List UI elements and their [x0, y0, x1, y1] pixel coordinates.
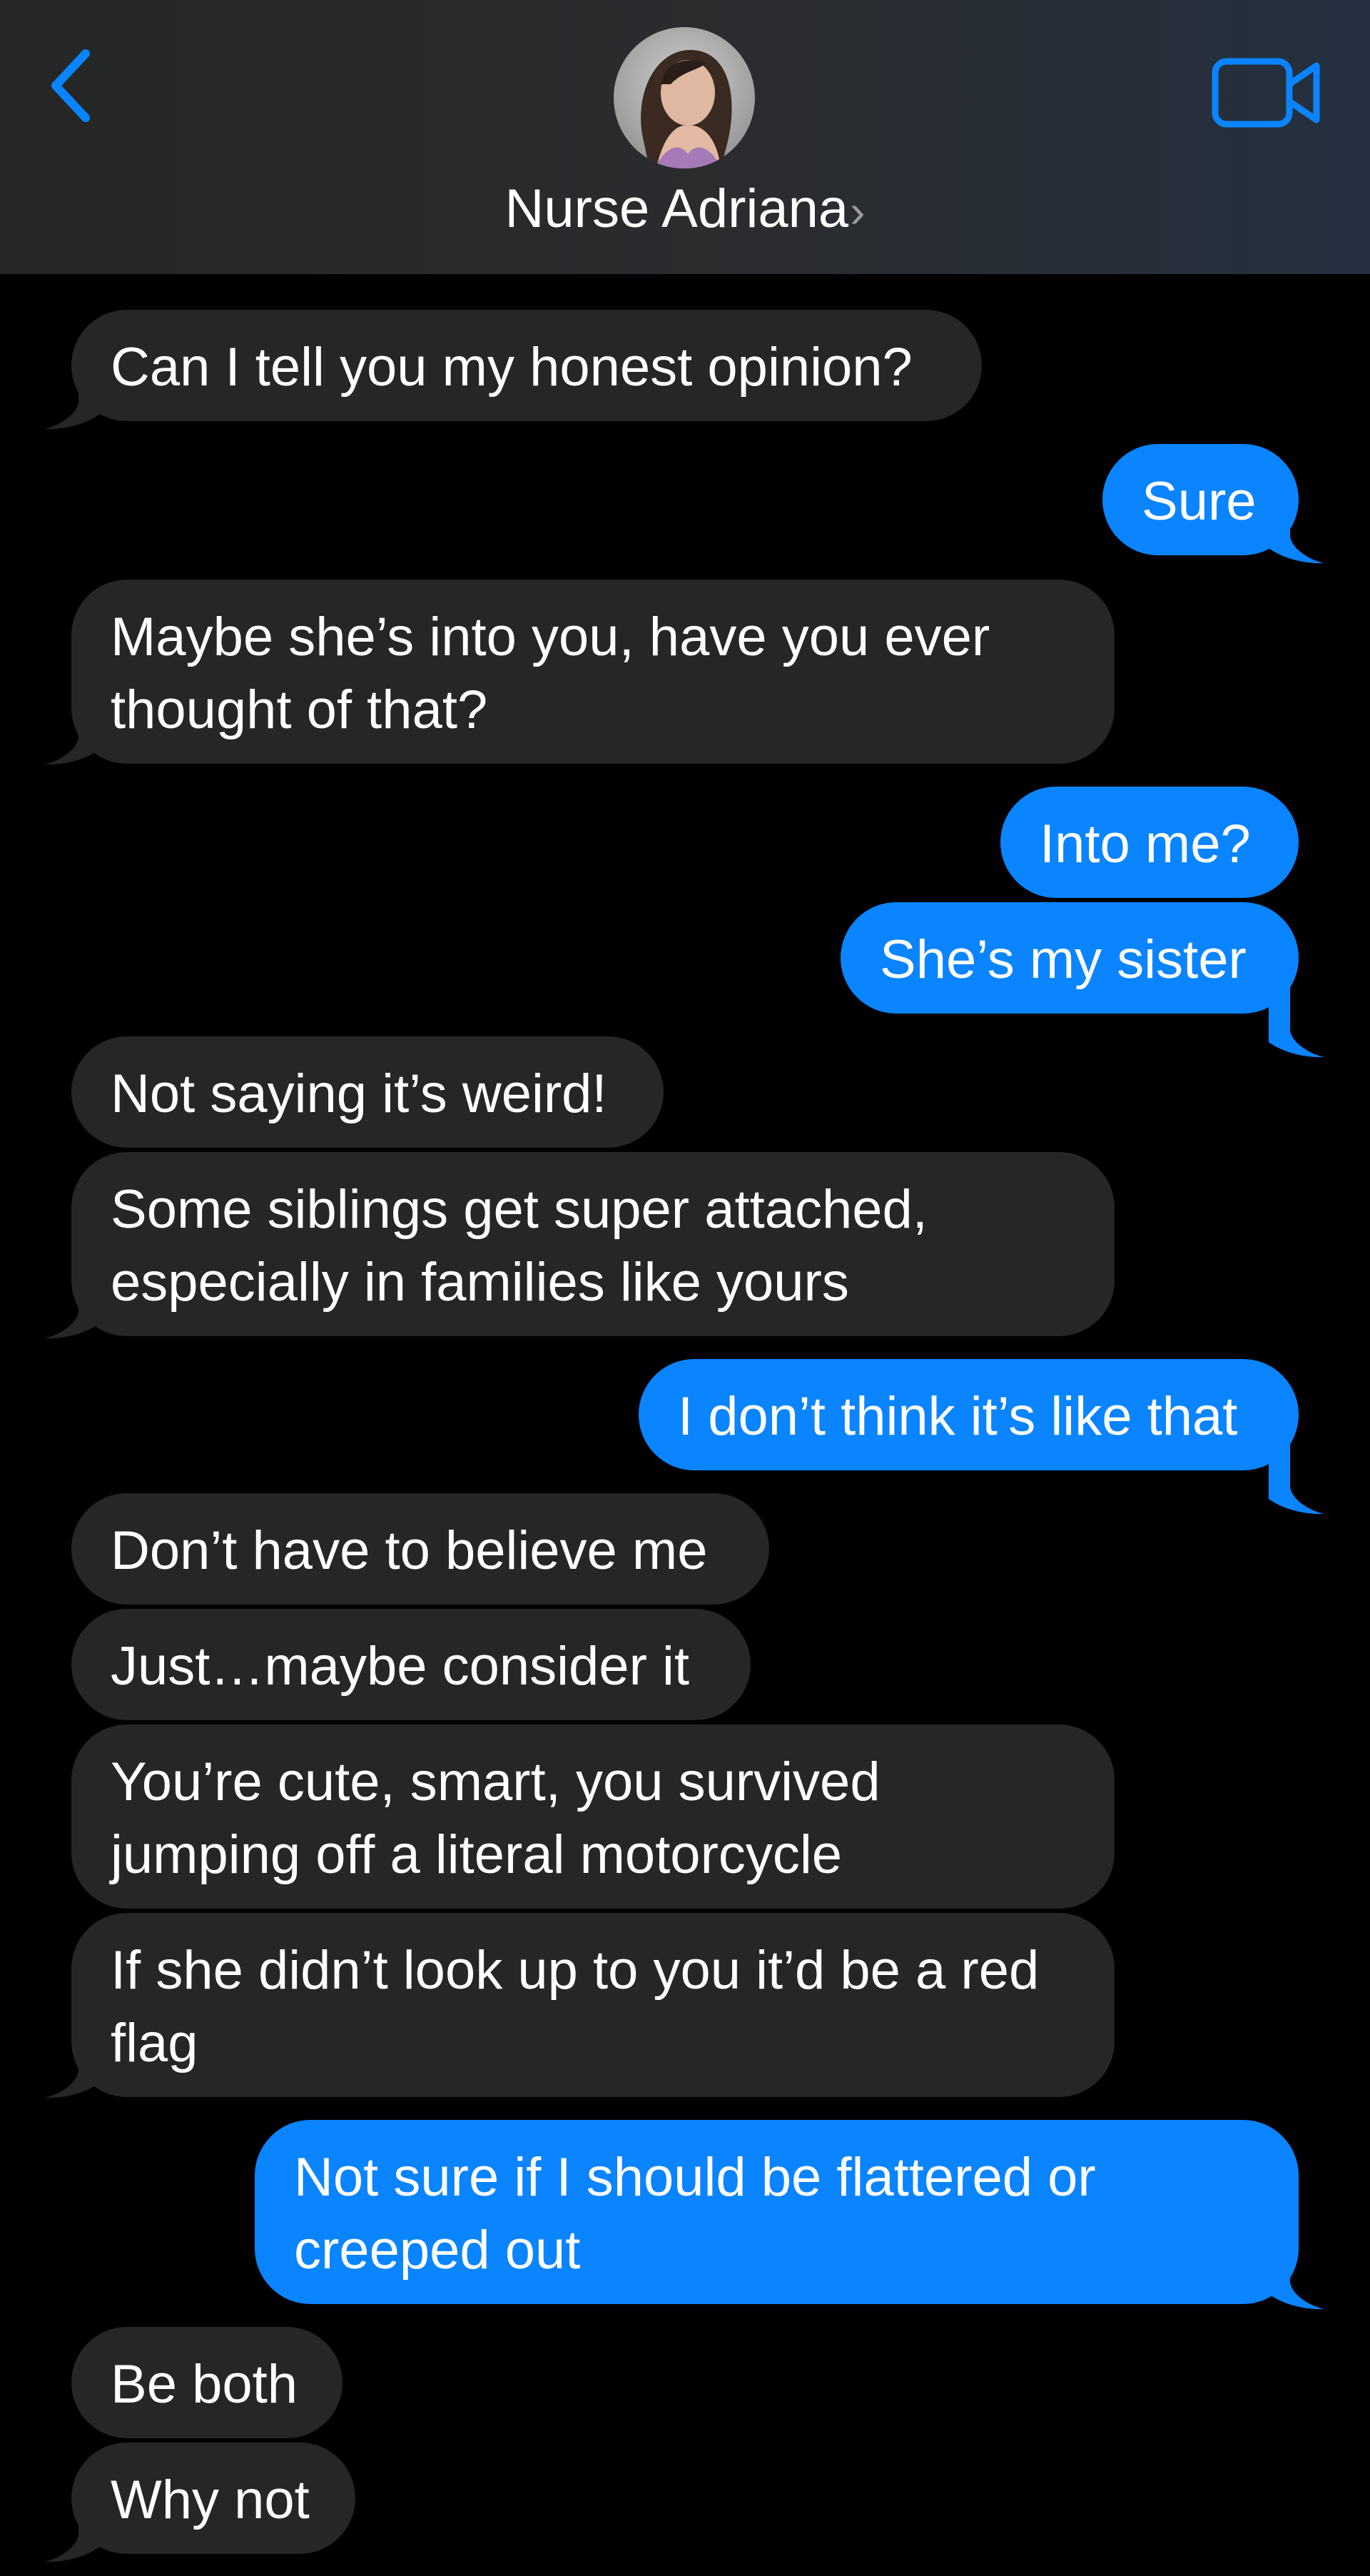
contact-name-text: Nurse Adriana [504, 178, 849, 239]
received-message: Maybe she’s into you, have you ever thou… [71, 580, 1115, 764]
received-message: Be both [71, 2327, 342, 2438]
sent-message: Not sure if I should be flattered or cre… [255, 2120, 1299, 2304]
avatar[interactable] [614, 27, 755, 168]
message-text: Maybe she’s into you, have you ever thou… [111, 607, 990, 740]
sent-message: Into me? [1000, 787, 1299, 898]
received-message: Some siblings get super attached, especi… [71, 1152, 1115, 1336]
received-message: You’re cute, smart, you survived jumping… [71, 1724, 1115, 1909]
message-text: You’re cute, smart, you survived jumping… [111, 1752, 881, 1885]
message-text: She’s my sister [880, 929, 1247, 990]
received-message: Not saying it’s weird! [71, 1036, 664, 1148]
sent-message: Sure [1102, 444, 1299, 555]
message-text: Don’t have to believe me [111, 1520, 708, 1581]
received-message: Can I tell you my honest opinion? [71, 310, 982, 421]
received-message: Don’t have to believe me [71, 1493, 769, 1605]
chevron-left-icon[interactable] [43, 43, 107, 128]
message-text: If she didn’t look up to you it’d be a r… [111, 1940, 1040, 2074]
received-message: Just…maybe consider it [71, 1609, 751, 1720]
message-text: I don’t think it’s like that [678, 1386, 1238, 1447]
message-thread: Can I tell you my honest opinion? Sure M… [0, 274, 1370, 2576]
sent-message: I don’t think it’s like that [639, 1359, 1299, 1470]
conversation-header: Nurse Adriana› [0, 0, 1370, 274]
message-text: Why not [111, 2470, 310, 2530]
message-text: Some siblings get super attached, especi… [111, 1179, 928, 1313]
contact-name[interactable]: Nurse Adriana› [0, 175, 1370, 246]
chevron-right-icon: › [850, 186, 866, 237]
message-text: Can I tell you my honest opinion? [111, 337, 913, 398]
message-text: Sure [1142, 471, 1257, 532]
received-message: If she didn’t look up to you it’d be a r… [71, 1913, 1115, 2097]
sent-message: She’s my sister [841, 902, 1299, 1014]
message-text: Be both [111, 2354, 298, 2415]
message-text: Not saying it’s weird! [111, 1064, 607, 1124]
message-text: Into me? [1040, 814, 1251, 874]
video-camera-icon[interactable] [1209, 56, 1324, 130]
received-message: Why not [71, 2443, 355, 2554]
message-text: Not sure if I should be flattered or cre… [294, 2147, 1096, 2280]
message-text: Just…maybe consider it [111, 1636, 689, 1697]
